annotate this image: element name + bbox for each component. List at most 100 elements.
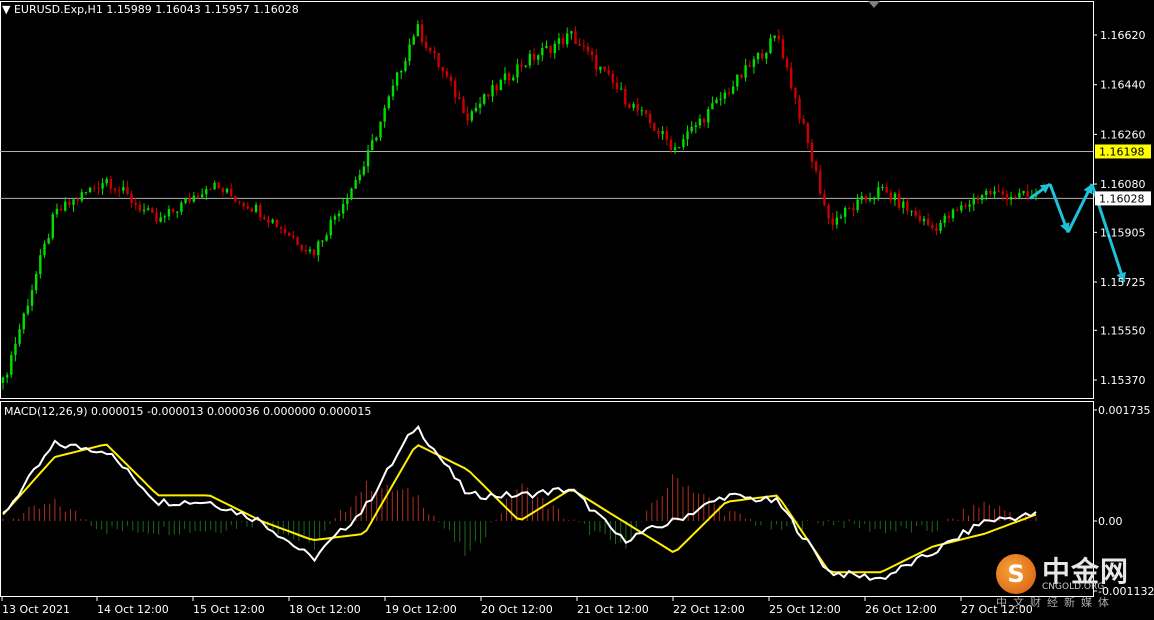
candle-body [167,209,171,217]
candle-body [806,123,810,143]
candle-body [5,374,9,378]
candle-body [242,202,245,207]
candle-body [856,199,859,211]
candle-body [964,205,967,207]
candle-body [673,147,677,150]
candle-body [955,209,959,211]
candle-body [947,215,951,219]
candle-body [897,193,901,208]
candle-body [205,188,208,195]
candle-body [864,196,868,201]
candle-body [690,126,693,132]
candle-body [922,218,926,222]
watermark-logo: S 中金网 CNGOLD.ORG 中文财经新媒体 [996,546,1154,614]
candle-body [993,191,996,195]
candle-body [209,188,212,190]
candle-body [267,219,270,223]
candle-body [976,198,980,201]
candlesticks [1,19,1038,390]
candle-body [408,44,411,62]
candle-body [84,191,88,193]
candle-body [906,201,909,211]
candle-body [951,209,955,219]
candle-body [653,123,656,131]
candle-body [449,76,453,81]
shift-marker[interactable] [868,1,880,8]
candle-body [839,216,843,218]
candle-body [877,187,880,198]
candle-body [55,208,59,215]
watermark-name-en: CNGOLD.ORG [1042,582,1105,592]
candle-body [395,72,399,86]
candle-body [80,192,84,201]
candle-body [429,47,432,51]
candle-body [619,88,623,90]
candle-body [1014,196,1017,198]
candle-body [296,237,299,245]
candle-body [180,202,183,212]
candle-body [88,187,92,192]
candle-body [827,204,830,219]
candle-body [665,131,668,140]
candle-body [810,142,814,162]
candle-body [1,377,5,383]
dropdown-triangle-icon[interactable]: ▼ [2,3,10,16]
candle-body [599,66,602,70]
candle-body [188,198,191,202]
price-tick-label: 1.16260 [1100,128,1146,141]
candle-body [914,210,917,216]
candle-body [624,88,627,105]
candle-body [553,43,556,54]
candle-body [346,199,349,205]
candle-body [483,94,486,104]
candle-body [769,38,772,53]
candle-body [138,204,142,211]
candle-body [574,31,577,44]
candle-body [105,178,108,184]
candle-body [740,74,743,78]
candle-body [985,190,988,196]
candle-body [736,74,739,87]
candle-body [972,198,975,205]
chart-canvas: 1.16620 1.16440 1.16260 1.16080 1.15905 1.157… [0,1,1154,616]
candle-body [184,198,187,203]
candle-body [702,118,706,123]
candle-body [968,204,971,207]
candle-body [283,228,287,233]
candle-body [607,70,610,74]
candle-body [640,110,644,112]
candle-body [34,274,38,291]
candle-body [943,215,946,223]
candle-body [271,219,274,223]
candle-body [433,50,436,54]
candle-body [196,195,200,198]
candle-body [453,80,457,98]
candle-body [823,193,826,205]
candle-body [263,217,266,220]
candle-body [781,39,785,59]
candle-body [561,38,565,45]
candle-body [117,190,121,192]
candle-body [707,109,710,123]
price-tick-label: 1.15370 [1100,374,1146,387]
candle-body [678,147,681,149]
candle-body [719,98,722,100]
candle-body [611,73,615,83]
candle-body [516,64,519,78]
candle-body [545,46,548,49]
macd-lines [2,425,1037,581]
candle-body [661,131,664,135]
cngold-logo-icon: S [996,554,1036,594]
candle-body [68,201,71,205]
candle-body [615,82,619,90]
candle-body [375,137,378,141]
candle-body [97,187,100,189]
candle-body [636,104,639,111]
candle-body [225,188,229,193]
candle-body [250,208,254,212]
candle-body [478,103,482,108]
candle-body [765,52,768,59]
candle-body [217,182,220,189]
time-tick-label: 20 Oct 12:00 [481,603,553,616]
time-tick-label: 19 Oct 12:00 [385,603,457,616]
